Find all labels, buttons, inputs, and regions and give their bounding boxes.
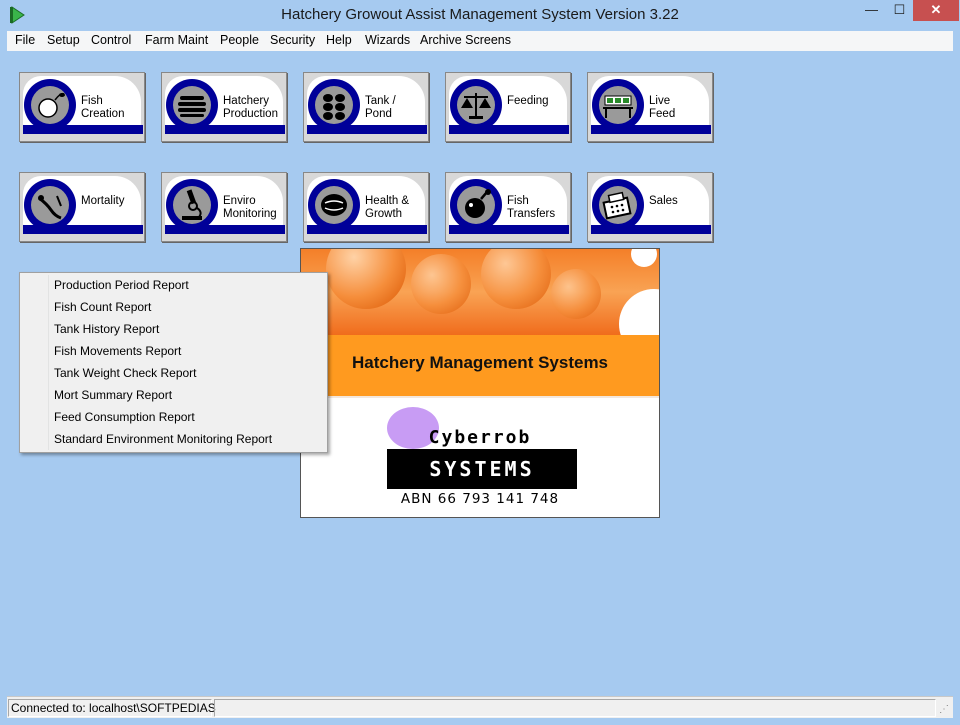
tile-sales[interactable]: Sales	[587, 172, 713, 242]
status-bar: Connected to: localhost\SOFTPEDIAS ⋰	[7, 696, 953, 718]
tile-feeding[interactable]: Feeding	[445, 72, 571, 142]
tile-label: Mortality	[81, 195, 125, 207]
tile-label: Feeding	[507, 95, 549, 107]
tile-label: Health & Growth	[365, 195, 410, 220]
menu-people[interactable]: People	[220, 33, 259, 47]
mortality-icon	[38, 195, 62, 220]
tile-mortality[interactable]: Mortality	[19, 172, 145, 242]
tile-fish-transfers[interactable]: Fish Transfers	[445, 172, 571, 242]
close-button[interactable]: ✕	[913, 0, 959, 21]
tile-label: Sales	[649, 195, 678, 207]
menu-item-standard-environment-monitoring-report[interactable]: Standard Environment Monitoring Report	[54, 428, 272, 450]
menu-setup[interactable]: Setup	[47, 33, 80, 47]
abn-number: ABN 66 793 141 748	[400, 491, 560, 507]
menu-item-feed-consumption-report[interactable]: Feed Consumption Report	[54, 406, 195, 428]
tile-label: Live Feed	[649, 95, 676, 120]
menu-item-fish-count-report[interactable]: Fish Count Report	[54, 296, 151, 318]
tile-enviro-monitoring[interactable]: Enviro Monitoring	[161, 172, 287, 242]
bubble	[411, 254, 471, 314]
minimize-button[interactable]: —	[858, 0, 885, 21]
feeding-scales-icon	[461, 93, 491, 119]
bubble	[551, 269, 601, 319]
reports-context-menu: Production Period Report Fish Count Repo…	[19, 272, 328, 453]
tile-hatchery-production[interactable]: Hatchery Production	[161, 72, 287, 142]
menu-item-fish-movements-report[interactable]: Fish Movements Report	[54, 340, 181, 362]
menu-bar: File Setup Control Farm Maint People Sec…	[7, 31, 953, 51]
menu-item-production-period-report[interactable]: Production Period Report	[54, 274, 189, 296]
window-title: Hatchery Growout Assist Management Syste…	[281, 6, 679, 23]
tile-live-feed[interactable]: Live Feed	[587, 72, 713, 142]
tile-label: Fish Transfers	[507, 195, 556, 220]
resize-grip-icon[interactable]: ⋰	[939, 704, 951, 716]
menu-wizards[interactable]: Wizards	[365, 33, 410, 47]
tile-label: Tank / Pond	[365, 95, 396, 120]
menu-archive-screens[interactable]: Archive Screens	[420, 33, 511, 47]
fish-creation-icon	[38, 92, 65, 118]
splash-logo: Hatchery Management Systems Cyberrob SYS…	[300, 248, 660, 518]
menu-control[interactable]: Control	[91, 33, 131, 47]
menu-gutter	[48, 275, 49, 450]
menu-item-tank-weight-check-report[interactable]: Tank Weight Check Report	[54, 362, 197, 384]
menu-security[interactable]: Security	[270, 33, 315, 47]
tile-label: Enviro Monitoring	[223, 195, 277, 220]
menu-item-mort-summary-report[interactable]: Mort Summary Report	[54, 384, 172, 406]
hatchery-production-icon	[178, 96, 206, 117]
live-feed-icon	[603, 95, 633, 118]
status-panel-empty	[214, 699, 936, 717]
health-growth-icon	[321, 194, 347, 216]
splash-title: Hatchery Management Systems	[351, 353, 609, 372]
menu-item-tank-history-report[interactable]: Tank History Report	[54, 318, 159, 340]
tank-pond-icon	[323, 94, 345, 120]
connection-status: Connected to: localhost\SOFTPEDIAS	[8, 699, 216, 717]
systems-bar: SYSTEMS	[387, 449, 577, 489]
cash-register-icon	[602, 191, 632, 220]
menu-farm-maint[interactable]: Farm Maint	[145, 33, 208, 47]
tile-label: Hatchery Production	[223, 95, 278, 120]
tile-health-growth[interactable]: Health & Growth	[303, 172, 429, 242]
tile-label: Fish Creation	[81, 95, 125, 120]
maximize-button[interactable]: ☐	[886, 0, 913, 21]
microscope-icon	[182, 189, 202, 220]
company-name: Cyberrob	[428, 427, 532, 448]
tile-tank-pond[interactable]: Tank / Pond	[303, 72, 429, 142]
tile-fish-creation[interactable]: Fish Creation	[19, 72, 145, 142]
menu-file[interactable]: File	[15, 33, 35, 47]
menu-help[interactable]: Help	[326, 33, 352, 47]
main-client-area: Fish Creation Hatchery Production Tank /…	[7, 51, 953, 696]
title-bar: Hatchery Growout Assist Management Syste…	[0, 0, 960, 31]
fish-transfers-icon	[465, 189, 491, 218]
